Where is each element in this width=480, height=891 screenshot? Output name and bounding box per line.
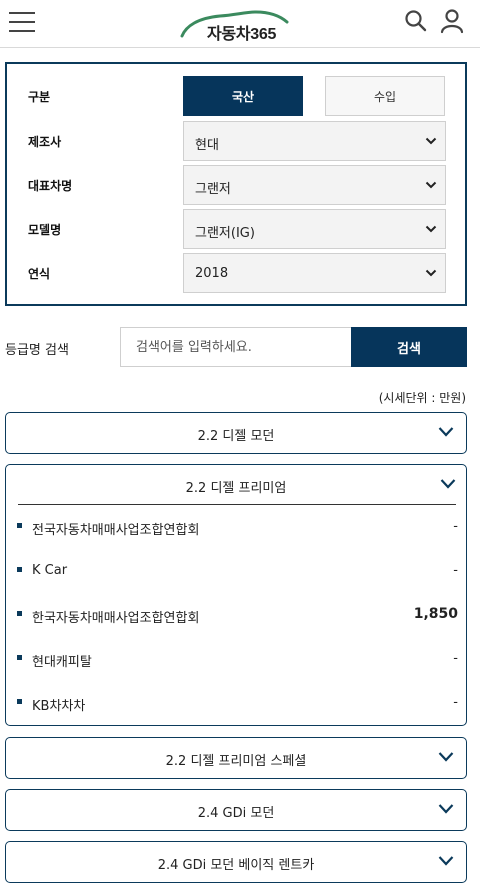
price-unit-note: (시세단위 : 만원) (378, 391, 466, 405)
price-source: K Car (32, 563, 68, 578)
grade-accordion: 2.4 GDi 모던 베이직 렌트카 (5, 841, 467, 883)
grade-title: 2.2 디젤 프리미엄 (185, 481, 287, 496)
import-button[interactable]: 수입 (325, 76, 445, 116)
grade-accordion-expanded: 2.2 디젤 프리미엄 전국자동차매매사업조합연합회 - K Car - 한국자… (5, 464, 467, 726)
year-select[interactable]: 2018 (183, 253, 446, 293)
price-value: 1,850 (413, 606, 458, 622)
vehicle-filter-panel: 구분 국산 수입 제조사 현대 대표차명 그랜저 모델명 그랜저(IG) 연식 … (5, 62, 467, 306)
year-value: 2018 (195, 266, 229, 281)
maker-label: 제조사 (28, 135, 62, 149)
hamburger-menu-icon[interactable] (9, 10, 35, 34)
chevron-down-icon (438, 804, 454, 814)
grade-title: 2.4 GDi 모던 (197, 806, 275, 821)
grade-accordion-header[interactable]: 2.4 GDi 모던 (6, 790, 466, 830)
price-source: 한국자동차매매사업조합연합회 (32, 611, 200, 626)
search-icon[interactable] (403, 8, 429, 34)
chevron-down-icon (438, 856, 454, 866)
year-label: 연식 (28, 267, 51, 281)
grade-accordion-header[interactable]: 2.2 디젤 모던 (6, 413, 466, 453)
chevron-down-icon (425, 225, 437, 233)
type-label: 구분 (28, 90, 51, 104)
price-value: - (453, 695, 458, 710)
chevron-down-icon (440, 479, 456, 489)
grade-accordion: 2.4 GDi 모던 (5, 789, 467, 831)
price-value: - (453, 519, 458, 534)
bullet-icon (17, 699, 22, 704)
bullet-icon (17, 567, 22, 572)
chevron-down-icon (438, 427, 454, 437)
year-row: 연식 2018 (7, 253, 465, 293)
grade-accordion-header[interactable]: 2.2 디젤 프리미엄 (18, 465, 456, 505)
grade-accordion-header[interactable]: 2.4 GDi 모던 베이직 렌트카 (6, 842, 466, 882)
model-label: 대표차명 (28, 179, 73, 193)
bullet-icon (17, 523, 22, 528)
price-row: 한국자동차매매사업조합연합회 1,850 (14, 605, 458, 627)
grade-title: 2.4 GDi 모던 베이직 렌트카 (157, 858, 315, 873)
bullet-icon (17, 611, 22, 616)
grade-accordion-header[interactable]: 2.2 디젤 프리미엄 스페셜 (6, 738, 466, 778)
model-value: 그랜저 (195, 182, 231, 197)
chevron-down-icon (425, 137, 437, 145)
price-source: 전국자동차매매사업조합연합회 (32, 523, 200, 538)
user-icon[interactable] (439, 8, 465, 34)
maker-row: 제조사 현대 (7, 121, 465, 161)
grade-accordion: 2.2 디젤 모던 (5, 412, 467, 454)
chevron-down-icon (425, 181, 437, 189)
price-row: 현대캐피탈 - (14, 649, 458, 671)
grade-title: 2.2 디젤 프리미엄 스페셜 (165, 754, 307, 769)
price-row: 전국자동차매매사업조합연합회 - (14, 517, 458, 539)
grade-search-input[interactable] (120, 327, 351, 367)
domestic-button[interactable]: 국산 (183, 76, 303, 116)
bullet-icon (17, 655, 22, 660)
maker-value: 현대 (195, 138, 219, 153)
submodel-value: 그랜저(IG) (195, 226, 255, 241)
maker-select[interactable]: 현대 (183, 121, 446, 161)
chevron-down-icon (425, 269, 437, 277)
chevron-down-icon (438, 752, 454, 762)
search-button[interactable]: 검색 (351, 327, 467, 367)
price-row: KB차차차 - (14, 693, 458, 715)
submodel-row: 모델명 그랜저(IG) (7, 209, 465, 249)
logo-text: 자동차365 (207, 26, 277, 43)
price-source: 현대캐피탈 (32, 655, 92, 670)
app-logo[interactable]: 자동차365 (180, 6, 290, 43)
model-select[interactable]: 그랜저 (183, 165, 446, 205)
type-row: 구분 국산 수입 (7, 76, 465, 116)
grade-accordion: 2.2 디젤 프리미엄 스페셜 (5, 737, 467, 779)
grade-title: 2.2 디젤 모던 (197, 429, 275, 444)
app-header: 자동차365 (0, 0, 480, 48)
submodel-label: 모델명 (28, 223, 62, 237)
price-value: - (453, 651, 458, 666)
price-row: K Car - (14, 561, 458, 583)
model-row: 대표차명 그랜저 (7, 165, 465, 205)
price-value: - (453, 563, 458, 578)
price-source: KB차차차 (32, 699, 86, 714)
submodel-select[interactable]: 그랜저(IG) (183, 209, 446, 249)
grade-search-label: 등급명 검색 (5, 343, 69, 358)
